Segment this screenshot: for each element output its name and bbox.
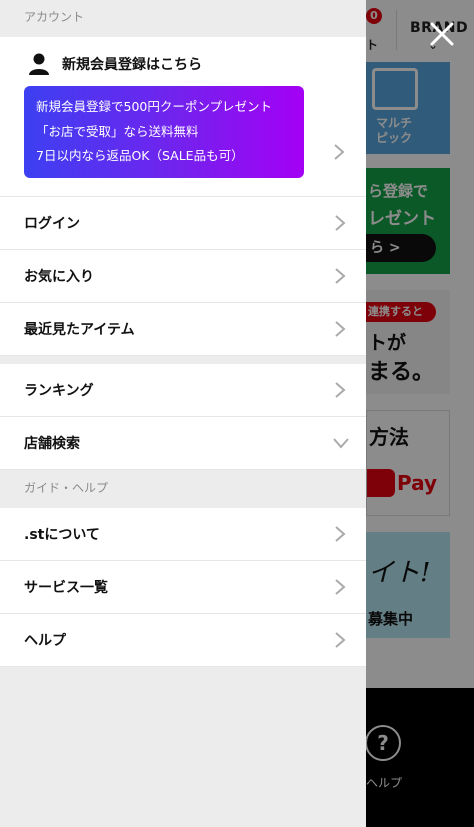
menu-item-label: 店舗検索 bbox=[24, 436, 80, 452]
chevron-right-icon bbox=[335, 632, 346, 648]
account-section-header: アカウント bbox=[0, 0, 366, 37]
chevron-right-icon bbox=[335, 382, 346, 398]
side-drawer: アカウント 新規会員登録はこちら 新規会員登録で500円クーポンプレゼント 「お… bbox=[0, 0, 366, 827]
promo-line: 「お店で受取」なら送料無料 bbox=[36, 123, 199, 139]
register-link[interactable]: 新規会員登録はこちら bbox=[28, 51, 202, 77]
menu-item-login[interactable]: ログイン bbox=[0, 197, 366, 250]
section-gap bbox=[0, 356, 366, 364]
promo-banner[interactable]: 新規会員登録で500円クーポンプレゼント 「お店で受取」なら送料無料 7日以内な… bbox=[24, 86, 304, 178]
close-icon bbox=[430, 22, 454, 46]
user-icon bbox=[29, 53, 49, 75]
menu-item-about[interactable]: .stについて bbox=[0, 508, 366, 561]
menu-item-label: .stについて bbox=[24, 527, 100, 543]
close-button[interactable] bbox=[420, 12, 464, 56]
promo-line: 7日以内なら返品OK（SALE品も可） bbox=[36, 148, 244, 163]
chevron-right-icon bbox=[335, 268, 346, 284]
menu-item-label: ランキング bbox=[24, 383, 94, 399]
menu-item-favorites[interactable]: お気に入り bbox=[0, 250, 366, 303]
menu-item-store-search[interactable]: 店舗検索 bbox=[0, 417, 366, 470]
menu-item-label: お気に入り bbox=[24, 269, 94, 285]
menu-item-label: サービス一覧 bbox=[24, 580, 108, 596]
promo-line: 新規会員登録で500円クーポンプレゼント bbox=[36, 99, 272, 114]
chevron-right-icon bbox=[335, 321, 346, 337]
chevron-down-icon bbox=[333, 438, 349, 449]
account-block: 新規会員登録はこちら 新規会員登録で500円クーポンプレゼント 「お店で受取」な… bbox=[0, 37, 366, 197]
menu-item-label: ヘルプ bbox=[24, 633, 66, 649]
chevron-right-icon bbox=[335, 579, 346, 595]
chevron-right-icon bbox=[335, 215, 346, 231]
menu-item-label: ログイン bbox=[24, 216, 80, 232]
chevron-right-icon bbox=[335, 526, 346, 542]
chevron-right-icon[interactable] bbox=[332, 143, 346, 161]
guide-section-header: ガイド・ヘルプ bbox=[0, 470, 366, 508]
menu-item-recently-viewed[interactable]: 最近見たアイテム bbox=[0, 303, 366, 356]
menu-item-ranking[interactable]: ランキング bbox=[0, 364, 366, 417]
menu-item-help[interactable]: ヘルプ bbox=[0, 614, 366, 667]
menu-item-services[interactable]: サービス一覧 bbox=[0, 561, 366, 614]
menu-item-label: 最近見たアイテム bbox=[24, 322, 135, 338]
register-link-label: 新規会員登録はこちら bbox=[62, 57, 202, 73]
